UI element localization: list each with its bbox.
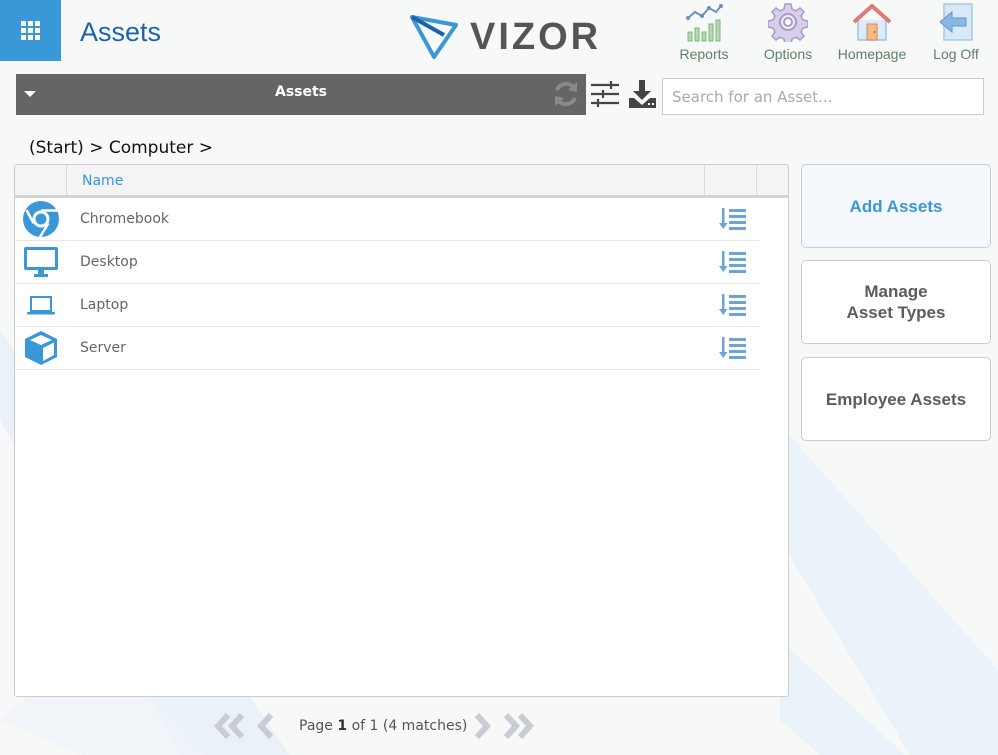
nav-homepage[interactable]: Homepage — [830, 2, 914, 62]
column-header-scroll — [757, 165, 788, 195]
pager-suffix: of 1 (4 matches) — [351, 718, 468, 734]
row-name: Laptop — [80, 297, 129, 313]
row-details-button[interactable] — [707, 336, 759, 360]
row-name: Server — [80, 340, 126, 356]
page-title: Assets — [80, 17, 162, 47]
app-launcher-button[interactable] — [0, 0, 61, 61]
nav-options[interactable]: Options — [746, 2, 830, 62]
breadcrumb[interactable]: (Start) > Computer > — [29, 138, 213, 158]
first-page-icon[interactable] — [212, 712, 246, 740]
home-icon — [852, 4, 892, 41]
cube-icon — [25, 331, 57, 365]
logo-text: VIZOR — [470, 16, 602, 58]
sort-list-icon — [719, 337, 746, 359]
add-assets-button[interactable]: Add Assets — [801, 164, 991, 248]
column-header-icon — [15, 165, 67, 195]
manage-asset-types-button[interactable]: Manage Asset Types — [801, 260, 991, 344]
pager-current-page: 1 — [337, 718, 348, 734]
column-header-action — [705, 165, 757, 195]
nav-log-off[interactable]: Log Off — [914, 2, 998, 62]
table-row[interactable]: Chromebook — [15, 198, 759, 241]
next-page-icon[interactable] — [472, 712, 492, 740]
desktop-monitor-icon — [24, 247, 58, 277]
pager-prefix: Page — [299, 718, 333, 734]
asset-types-grid: Name Chromebook Desktop Laptop Server — [14, 164, 789, 697]
top-nav: Reports Options Homepage Log Off — [662, 2, 998, 62]
nav-options-label: Options — [763, 46, 813, 62]
nav-homepage-label: Homepage — [837, 46, 907, 62]
reports-chart-icon — [686, 4, 723, 42]
row-details-button[interactable] — [707, 250, 759, 274]
laptop-icon — [27, 296, 55, 315]
logout-arrow-icon — [939, 3, 973, 41]
table-row[interactable]: Desktop — [15, 241, 759, 284]
last-page-icon[interactable] — [502, 712, 536, 740]
previous-page-icon[interactable] — [256, 712, 276, 740]
vizor-logo: VIZOR — [408, 13, 601, 61]
gear-icon — [768, 3, 808, 42]
assets-toolbar: Assets — [16, 74, 586, 115]
chrome-icon — [23, 201, 59, 238]
refresh-icon[interactable] — [550, 78, 582, 110]
asset-search-input[interactable] — [662, 78, 984, 115]
column-header-name[interactable]: Name — [67, 165, 705, 195]
sort-list-icon — [719, 251, 746, 273]
pager: Page 1 of 1 (4 matches) — [210, 710, 540, 742]
apps-grid-icon — [21, 21, 40, 40]
filter-sliders-icon[interactable] — [589, 78, 621, 110]
employee-assets-button[interactable]: Employee Assets — [801, 357, 991, 441]
row-details-button[interactable] — [707, 207, 759, 231]
download-icon[interactable] — [626, 78, 658, 110]
nav-reports-label: Reports — [679, 46, 729, 62]
table-row[interactable]: Laptop — [15, 284, 759, 327]
grid-header: Name — [15, 165, 788, 198]
toolbar-title: Assets — [274, 84, 328, 100]
vizor-logo-icon — [410, 15, 458, 59]
sort-list-icon — [719, 208, 746, 230]
row-details-button[interactable] — [707, 293, 759, 317]
row-name: Chromebook — [80, 211, 170, 227]
row-name: Desktop — [80, 254, 138, 270]
pager-status: Page 1 of 1 (4 matches) — [299, 718, 467, 734]
nav-reports[interactable]: Reports — [662, 2, 746, 62]
nav-log-off-label: Log Off — [933, 46, 979, 62]
sort-list-icon — [719, 294, 746, 316]
table-row[interactable]: Server — [15, 327, 759, 370]
